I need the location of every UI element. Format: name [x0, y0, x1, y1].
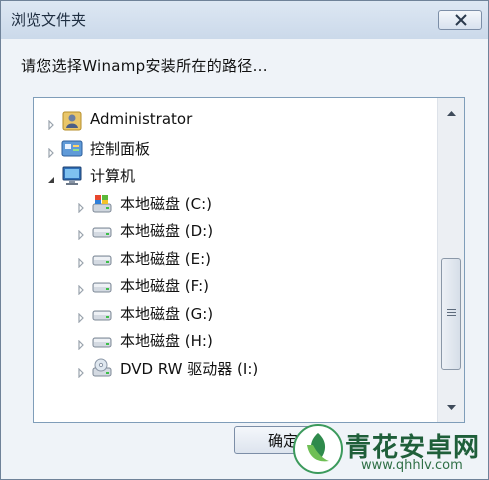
watermark-logo: 青花安卓网 www.qhhlv.com	[287, 423, 487, 479]
tree-item[interactable]: 本地磁盘 (H:)	[34, 328, 434, 354]
user-folder-icon	[60, 110, 84, 132]
tree-item-label: 本地磁盘 (G:)	[120, 304, 214, 323]
tree-item-label: DVD RW 驱动器 (I:)	[120, 359, 259, 378]
collapsed-arrow-icon[interactable]	[76, 226, 86, 241]
tree-item[interactable]: 本地磁盘 (D:)	[34, 218, 434, 244]
control-panel-icon	[60, 138, 84, 160]
tree-item-label: 本地磁盘 (H:)	[120, 332, 213, 350]
hard-drive-icon	[90, 220, 114, 242]
close-icon	[455, 14, 467, 26]
tree-item-label: 本地磁盘 (C:)	[120, 194, 212, 213]
tree-item[interactable]: 本地磁盘 (G:)	[34, 301, 434, 327]
collapsed-arrow-icon[interactable]	[76, 254, 86, 268]
hard-drive-icon	[90, 303, 114, 325]
window-title: 浏览文件夹	[11, 11, 87, 29]
title-bar[interactable]: 浏览文件夹	[1, 1, 488, 39]
dialog-body: 请您选择Winamp安装所在的路径... Administrator 控制面板计算…	[1, 39, 488, 479]
tree-item-label: 本地磁盘 (E:)	[120, 249, 212, 268]
tree-item-label: 计算机	[90, 167, 136, 185]
expanded-arrow-icon[interactable]	[46, 171, 56, 183]
watermark-logo-icon	[293, 424, 343, 474]
scroll-up-arrow-icon[interactable]	[438, 102, 465, 124]
browse-folder-dialog: 浏览文件夹 请您选择Winamp安装所在的路径... Administrator…	[0, 0, 489, 480]
collapsed-arrow-icon[interactable]	[76, 309, 86, 323]
collapsed-arrow-icon[interactable]	[46, 144, 56, 158]
tree-item[interactable]: Administrator	[34, 108, 434, 134]
computer-icon	[60, 165, 84, 187]
vertical-scrollbar[interactable]	[437, 98, 465, 422]
tree-item[interactable]: 本地磁盘 (E:)	[34, 246, 434, 272]
hard-drive-icon	[90, 330, 114, 352]
collapsed-arrow-icon[interactable]	[76, 281, 86, 296]
watermark-url: www.qhhlv.com	[361, 458, 463, 473]
hard-drive-icon	[90, 275, 114, 297]
tree-item[interactable]: 本地磁盘 (C:)	[34, 191, 434, 217]
prompt-text: 请您选择Winamp安装所在的路径...	[21, 57, 268, 75]
tree-item-label: Administrator	[90, 110, 193, 128]
collapsed-arrow-icon[interactable]	[76, 364, 86, 378]
scroll-down-arrow-icon[interactable]	[438, 396, 465, 418]
folder-tree[interactable]: Administrator 控制面板计算机本地磁盘 (C:) 本地磁盘 (D:) 本地…	[33, 97, 465, 423]
collapsed-arrow-icon[interactable]	[46, 116, 56, 131]
hard-drive-icon	[90, 248, 114, 270]
collapsed-arrow-icon[interactable]	[76, 199, 86, 213]
tree-item[interactable]: 计算机	[34, 163, 434, 189]
tree-item-label: 本地磁盘 (D:)	[120, 222, 214, 240]
scrollbar-thumb[interactable]	[441, 258, 461, 370]
close-button[interactable]	[438, 10, 482, 30]
tree-item[interactable]: 本地磁盘 (F:)	[34, 273, 434, 299]
system-drive-icon	[90, 193, 114, 215]
collapsed-arrow-icon[interactable]	[76, 336, 86, 351]
tree-item[interactable]: 控制面板	[34, 136, 434, 162]
tree-item[interactable]: DVD RW 驱动器 (I:)	[34, 356, 434, 382]
dvd-drive-icon	[90, 358, 114, 380]
tree-item-label: 控制面板	[90, 139, 151, 158]
tree-item-label: 本地磁盘 (F:)	[120, 277, 209, 295]
